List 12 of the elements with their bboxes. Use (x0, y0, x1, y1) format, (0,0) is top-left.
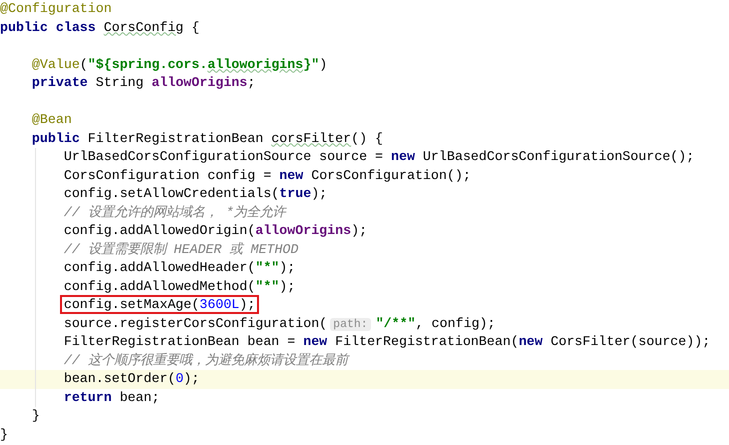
code-line: @Bean (30, 111, 73, 129)
code-line: private String allowOrigins; (30, 74, 256, 92)
code-text: "/**", config); (376, 316, 496, 330)
parameter-hint: path: (330, 318, 371, 330)
code-line: @Configuration (0, 0, 113, 18)
code-line: public FilterRegistrationBean corsFilter() { (30, 130, 384, 148)
code-text: source.registerCorsConfiguration( (62, 316, 328, 330)
code-line: public class CorsConfig { (0, 18, 200, 36)
code-line: } (0, 426, 9, 444)
code-line: @Value("${spring.cors.alloworigins}") (30, 56, 328, 74)
highlighted-code: config.setMaxAge(3600L); (60, 295, 260, 314)
code-line: } (30, 407, 41, 425)
